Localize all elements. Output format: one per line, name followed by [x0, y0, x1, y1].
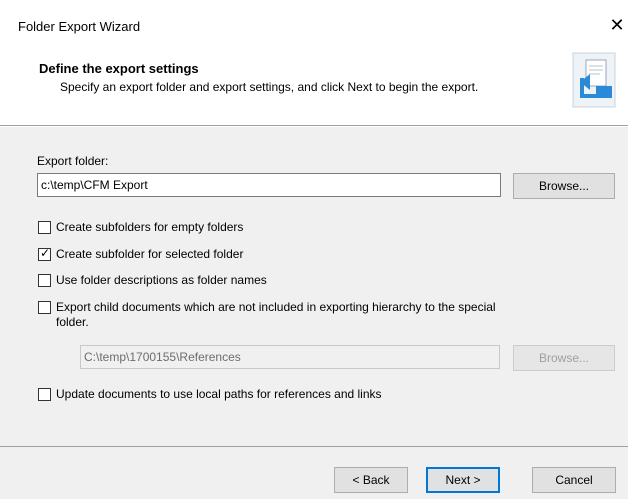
cancel-button[interactable]: Cancel — [532, 467, 616, 493]
header-title: Define the export settings — [39, 61, 199, 76]
back-button[interactable]: < Back — [334, 467, 408, 493]
option-update-docs-label: Update documents to use local paths for … — [56, 387, 382, 401]
special-folder-browse-button[interactable]: Browse... — [513, 345, 615, 371]
window-title: Folder Export Wizard — [18, 19, 141, 34]
option-empty-folders-label: Create subfolders for empty folders — [56, 220, 244, 234]
checkbox-update-docs[interactable] — [38, 388, 51, 401]
option-export-child-docs-label: Export child documents which are not inc… — [56, 300, 496, 329]
checkmark-icon: ✓ — [40, 246, 51, 260]
special-folder-input[interactable]: C:\temp\1700155\References — [80, 345, 500, 369]
option-descriptions-as-names-label: Use folder descriptions as folder names — [56, 273, 267, 287]
header-subtitle: Specify an export folder and export sett… — [60, 80, 479, 94]
option-selected-folder-label: Create subfolder for selected folder — [56, 247, 244, 261]
checkbox-selected-folder[interactable]: ✓ — [38, 246, 51, 261]
option-export-child-docs[interactable]: Export child documents which are not inc… — [38, 300, 498, 330]
title-bar: Folder Export Wizard ✕ — [0, 0, 628, 42]
export-folder-input[interactable]: c:\temp\CFM Export — [37, 173, 501, 197]
export-wizard-icon — [572, 52, 616, 108]
option-selected-folder[interactable]: ✓ Create subfolder for selected folder — [38, 246, 244, 262]
option-update-docs[interactable]: Update documents to use local paths for … — [38, 387, 382, 402]
option-descriptions-as-names[interactable]: Use folder descriptions as folder names — [38, 273, 267, 288]
checkbox-descriptions-as-names[interactable] — [38, 274, 51, 287]
checkbox-export-child-docs[interactable] — [38, 301, 51, 314]
checkbox-empty-folders[interactable] — [38, 221, 51, 234]
export-folder-label: Export folder: — [37, 154, 109, 168]
wizard-header: Define the export settings Specify an ex… — [0, 42, 628, 125]
option-empty-folders[interactable]: Create subfolders for empty folders — [38, 220, 243, 235]
next-button[interactable]: Next > — [426, 467, 500, 493]
close-icon[interactable]: ✕ — [606, 14, 628, 36]
export-folder-browse-button[interactable]: Browse... — [513, 173, 615, 199]
